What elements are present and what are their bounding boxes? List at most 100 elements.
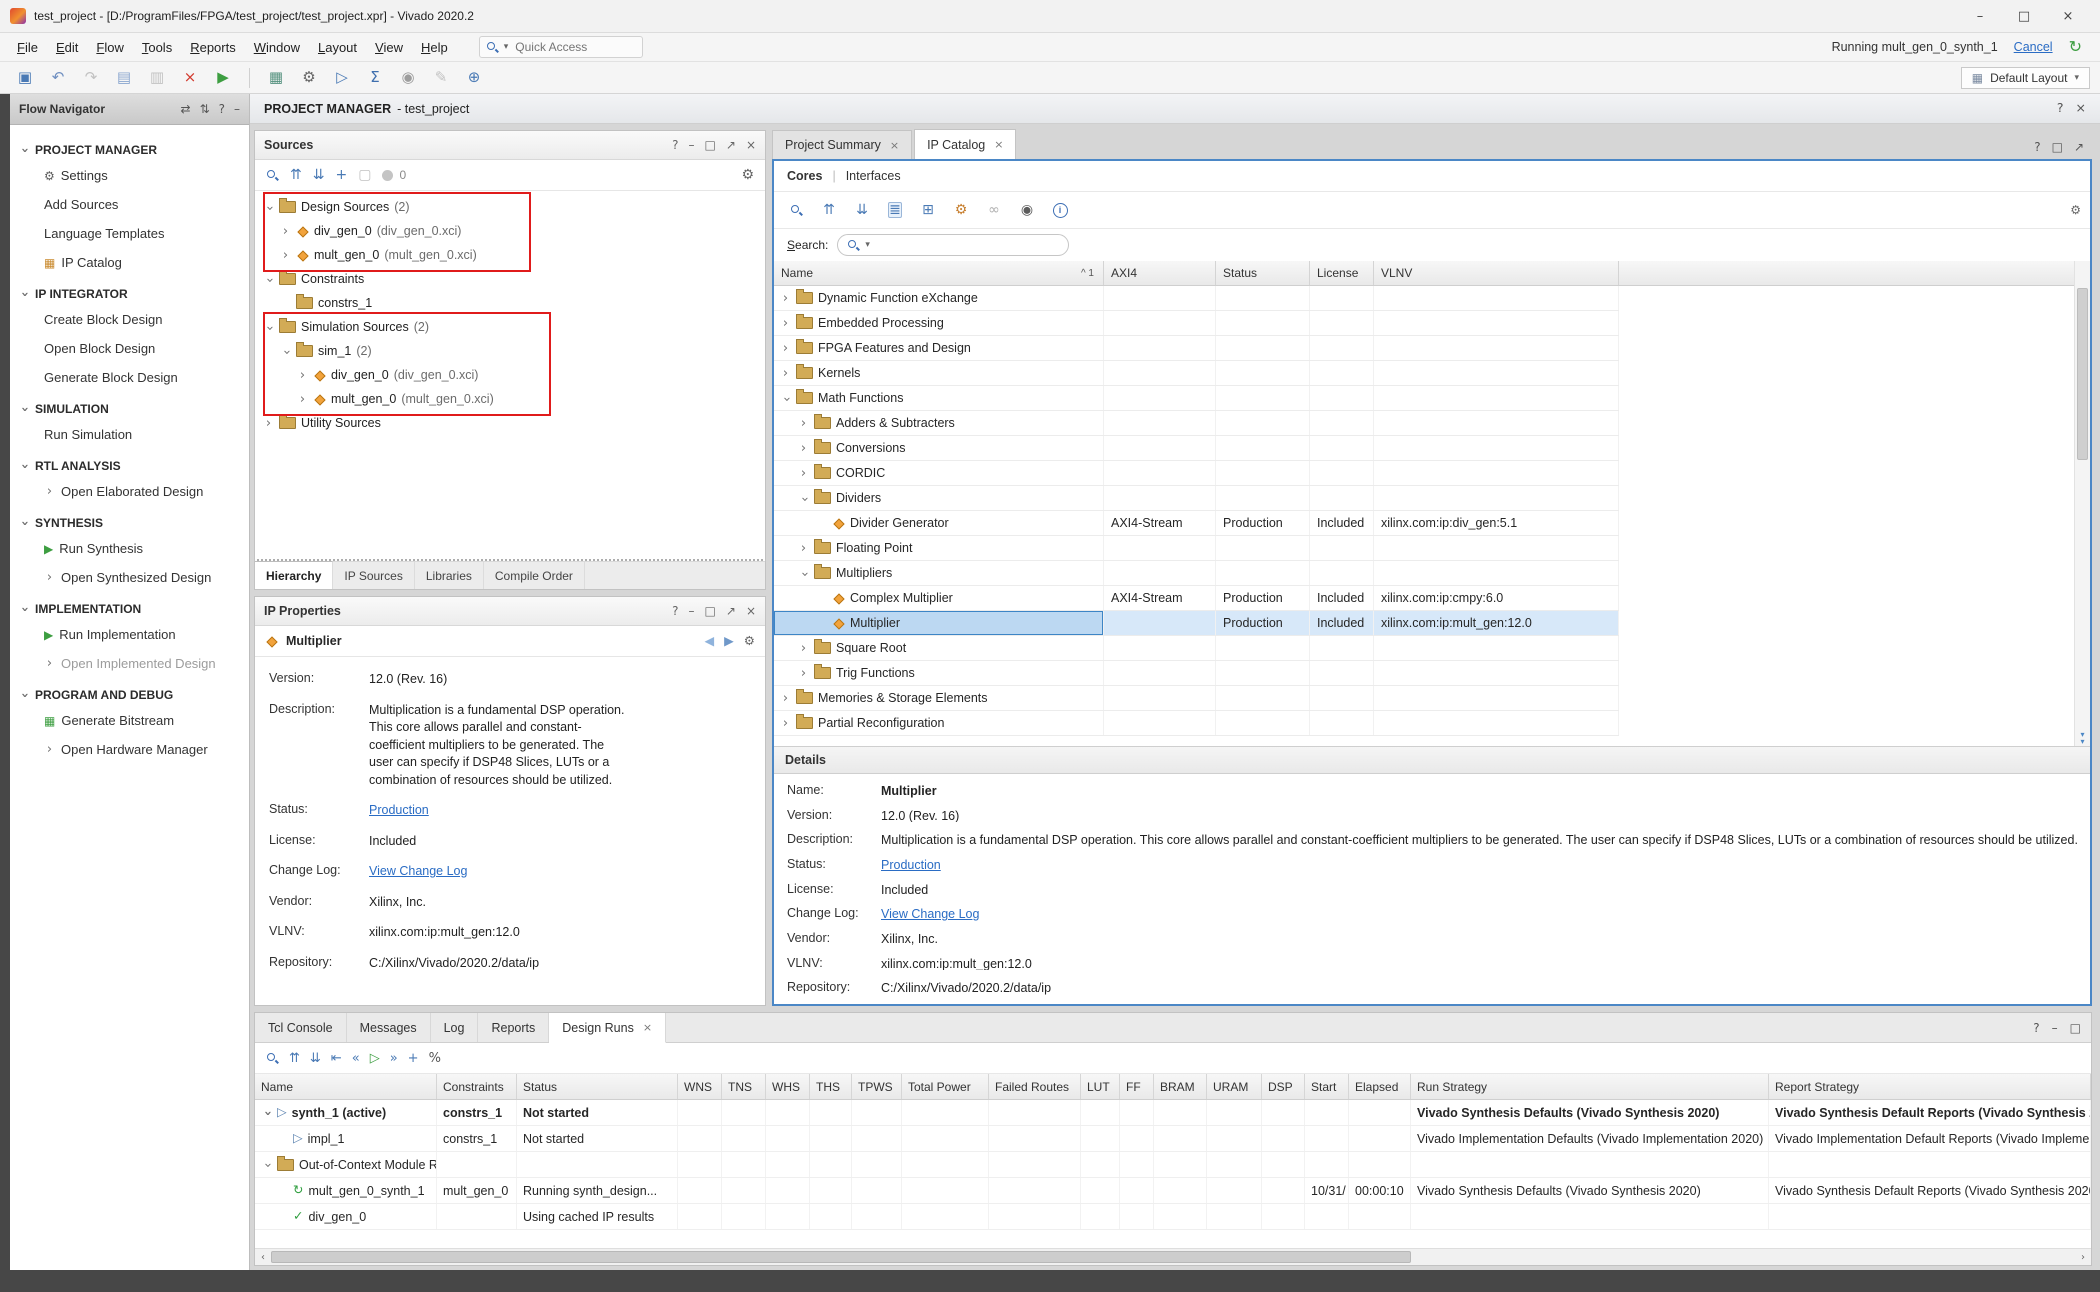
add-sources-icon[interactable]: + bbox=[335, 168, 347, 182]
flownav-section-header-project-manager[interactable]: PROJECT MANAGER bbox=[10, 133, 249, 161]
close-icon[interactable]: × bbox=[746, 139, 756, 151]
flownav-item-add-sources[interactable]: Add Sources bbox=[10, 190, 249, 219]
tab-tcl-console[interactable]: Tcl Console bbox=[255, 1013, 347, 1042]
column-header-status[interactable]: Status bbox=[1216, 261, 1310, 285]
expand-all-icon[interactable]: ⇊ bbox=[313, 168, 325, 182]
new-report-button[interactable]: ▤ bbox=[109, 65, 139, 91]
chevron-right-icon[interactable] bbox=[297, 368, 308, 383]
column-header-failed-routes[interactable]: Failed Routes bbox=[989, 1074, 1081, 1099]
collapse-all-button[interactable]: ⇈ bbox=[816, 198, 842, 222]
chevron-right-icon[interactable] bbox=[780, 716, 791, 731]
cancel-run-link[interactable]: Cancel bbox=[2014, 40, 2053, 54]
source-tree-item-sim-1[interactable]: sim_1 (2) bbox=[255, 339, 765, 363]
chevron-right-icon[interactable] bbox=[780, 366, 791, 381]
tab-design-runs[interactable]: Design Runs× bbox=[549, 1013, 666, 1043]
flownav-section-header-implementation[interactable]: IMPLEMENTATION bbox=[10, 592, 249, 620]
source-tree-item-simulation-sources[interactable]: Simulation Sources (2) bbox=[255, 315, 765, 339]
create-runs-icon[interactable]: + bbox=[408, 1052, 419, 1065]
column-header-tpws[interactable]: TPWS bbox=[852, 1074, 902, 1099]
close-icon[interactable]: × bbox=[746, 605, 756, 617]
minimize-icon[interactable]: – bbox=[689, 139, 695, 151]
percent-icon[interactable]: % bbox=[429, 1052, 441, 1065]
step-back-icon[interactable]: « bbox=[352, 1052, 360, 1065]
chevron-down-icon[interactable] bbox=[797, 493, 812, 504]
help-icon[interactable]: ? bbox=[2033, 1022, 2039, 1034]
quick-access-box[interactable] bbox=[479, 36, 643, 58]
column-header-ff[interactable]: FF bbox=[1120, 1074, 1154, 1099]
column-header-constraints[interactable]: Constraints bbox=[437, 1074, 517, 1099]
collapse-all-icon[interactable]: ⇈ bbox=[289, 1052, 300, 1065]
minimize-icon[interactable]: – bbox=[2052, 1022, 2058, 1034]
scrollbar-thumb[interactable] bbox=[2077, 288, 2088, 460]
ip-catalog-search-box[interactable] bbox=[837, 234, 1069, 256]
tab-project-summary[interactable]: Project Summary× bbox=[772, 130, 912, 159]
catalog-row-multipliers[interactable]: Multipliers bbox=[774, 561, 1619, 586]
chevron-right-icon[interactable] bbox=[297, 392, 308, 407]
flownav-item-run-synthesis[interactable]: ▶Run Synthesis bbox=[10, 534, 249, 563]
new-file-icon[interactable]: ▢ bbox=[358, 168, 371, 182]
float-icon[interactable]: ↗ bbox=[2074, 141, 2084, 153]
settings-icon[interactable]: ⚙ bbox=[744, 635, 755, 648]
settings-icon[interactable]: ⚙ bbox=[741, 168, 754, 182]
clipboard-button[interactable]: ▥ bbox=[142, 65, 172, 91]
source-tree-item-div-gen-0[interactable]: div_gen_0 (div_gen_0.xci) bbox=[255, 363, 765, 387]
catalog-row-dividers[interactable]: Dividers bbox=[774, 486, 1619, 511]
float-icon[interactable]: ↗ bbox=[726, 139, 736, 151]
help-icon[interactable]: ? bbox=[2034, 141, 2040, 153]
expand-all-button[interactable]: ⇊ bbox=[849, 198, 875, 222]
search-button[interactable] bbox=[783, 198, 809, 222]
column-header-tns[interactable]: TNS bbox=[722, 1074, 766, 1099]
column-header-run-strategy[interactable]: Run Strategy bbox=[1411, 1074, 1769, 1099]
column-header-name[interactable]: Name^ 1 bbox=[774, 261, 1104, 285]
sources-tab-libraries[interactable]: Libraries bbox=[415, 562, 484, 589]
debug-button[interactable]: ◉ bbox=[393, 65, 423, 91]
redo-button[interactable]: ↷ bbox=[76, 65, 106, 91]
sources-tab-ip-sources[interactable]: IP Sources bbox=[333, 562, 414, 589]
source-tree-item-mult-gen-0[interactable]: mult_gen_0 (mult_gen_0.xci) bbox=[255, 243, 765, 267]
chevron-down-icon[interactable] bbox=[260, 1160, 275, 1171]
column-header-vlnv[interactable]: VLNV bbox=[1374, 261, 1619, 285]
taxonomy-view-button[interactable]: ≣ bbox=[882, 198, 908, 222]
chevron-down-icon[interactable] bbox=[779, 393, 794, 404]
info-button[interactable] bbox=[1047, 198, 1073, 222]
column-header-wns[interactable]: WNS bbox=[678, 1074, 722, 1099]
step-forward-icon[interactable]: » bbox=[390, 1052, 398, 1065]
minimize-button[interactable]: – bbox=[1958, 1, 2002, 31]
source-tree-item-constraints[interactable]: Constraints bbox=[255, 267, 765, 291]
chevron-right-icon[interactable] bbox=[798, 441, 809, 456]
flownav-item-open-implemented-design[interactable]: Open Implemented Design bbox=[10, 649, 249, 678]
catalog-row-partial-reconfiguration[interactable]: Partial Reconfiguration bbox=[774, 711, 1619, 736]
design-run-row-impl-1[interactable]: ▷impl_1constrs_1Not startedVivado Implem… bbox=[255, 1126, 2091, 1152]
column-header-total-power[interactable]: Total Power bbox=[902, 1074, 989, 1099]
chevron-right-icon[interactable] bbox=[780, 291, 791, 306]
close-tab-icon[interactable]: × bbox=[994, 138, 1003, 151]
chevron-right-icon[interactable] bbox=[798, 466, 809, 481]
catalog-row-complex-multiplier[interactable]: Complex MultiplierAXI4-StreamProductionI… bbox=[774, 586, 1619, 611]
catalog-row-floating-point[interactable]: Floating Point bbox=[774, 536, 1619, 561]
settings-icon[interactable]: ⚙ bbox=[2070, 204, 2081, 216]
column-header-name[interactable]: Name bbox=[255, 1074, 437, 1099]
sources-tab-compile-order[interactable]: Compile Order bbox=[484, 562, 585, 589]
ip-properties-header[interactable]: IP Properties ?–□↗× bbox=[255, 597, 765, 626]
horizontal-scrollbar[interactable]: ‹ › bbox=[255, 1248, 2091, 1265]
ip-catalog-search-input[interactable] bbox=[875, 237, 1059, 253]
details-field-value-status[interactable]: Production bbox=[881, 857, 2077, 872]
column-header-license[interactable]: License bbox=[1310, 261, 1374, 285]
flownav-item-open-block-design[interactable]: Open Block Design bbox=[10, 334, 249, 363]
close-tab-icon[interactable]: × bbox=[643, 1021, 652, 1034]
chevron-right-icon[interactable] bbox=[780, 341, 791, 356]
expand-all-icon[interactable]: ⇊ bbox=[310, 1052, 321, 1065]
scroll-right-icon[interactable]: › bbox=[2075, 1252, 2091, 1263]
layout-selector[interactable]: ▦ Default Layout bbox=[1961, 67, 2090, 89]
flownav-item-settings[interactable]: ⚙Settings bbox=[10, 161, 249, 190]
menu-view[interactable]: View bbox=[366, 36, 412, 59]
column-header-lut[interactable]: LUT bbox=[1081, 1074, 1120, 1099]
save-button[interactable]: ▣ bbox=[10, 65, 40, 91]
tab-reports[interactable]: Reports bbox=[478, 1013, 549, 1042]
catalog-row-trig-functions[interactable]: Trig Functions bbox=[774, 661, 1619, 686]
menu-reports[interactable]: Reports bbox=[181, 36, 245, 59]
chevron-down-icon[interactable] bbox=[262, 274, 277, 285]
float-icon[interactable]: ↗ bbox=[726, 605, 736, 617]
undo-button[interactable]: ↶ bbox=[43, 65, 73, 91]
flownav-section-header-simulation[interactable]: SIMULATION bbox=[10, 392, 249, 420]
